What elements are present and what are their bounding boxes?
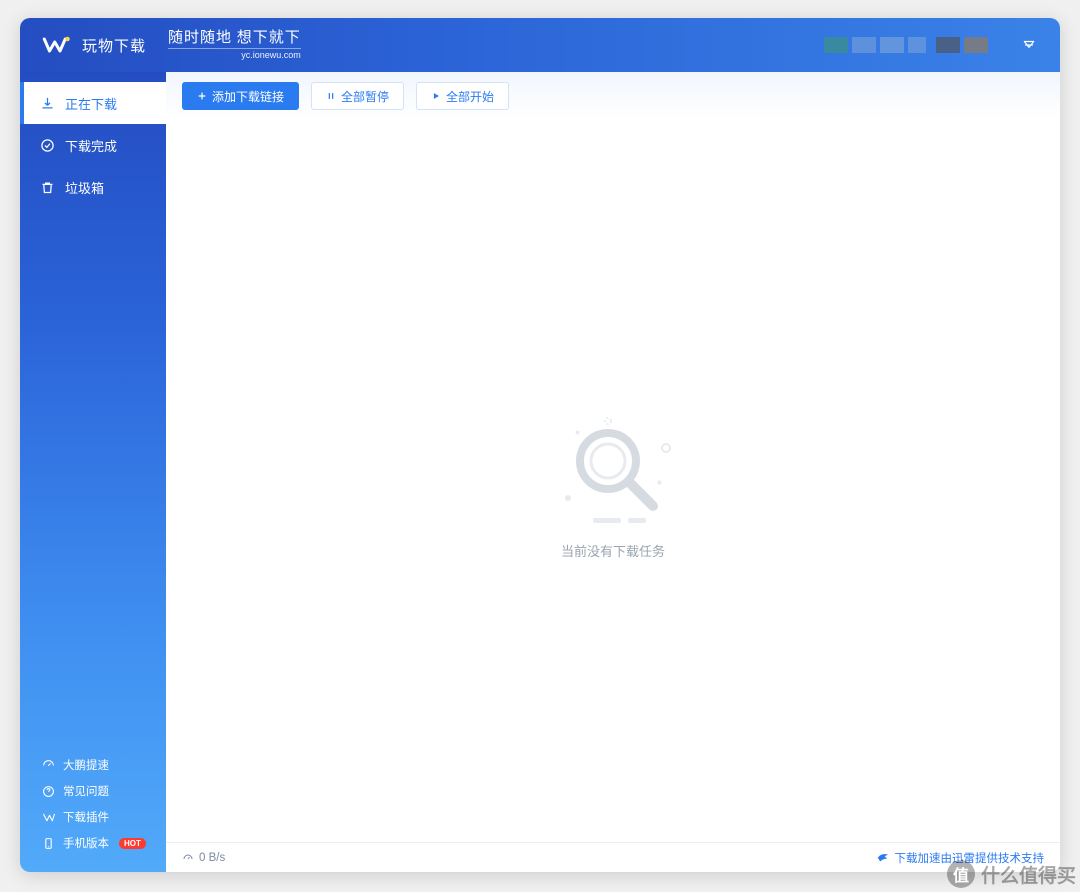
menu-toggle-button[interactable] <box>1016 32 1042 58</box>
slogan-text: 随时随地 想下就下 <box>168 31 301 46</box>
sidebar-item-trash[interactable]: 垃圾箱 <box>20 166 166 208</box>
pause-icon <box>326 91 336 101</box>
speed-gauge-icon <box>182 852 194 864</box>
main-panel: 添加下载链接 全部暂停 全部开始 <box>166 72 1060 872</box>
empty-state-text: 当前没有下载任务 <box>561 541 665 560</box>
slogan-url: yc.ionewu.com <box>168 48 301 60</box>
empty-state-illustration <box>538 403 688 523</box>
hot-badge: HOT <box>119 838 146 849</box>
watermark-text: 什么值得买 <box>981 861 1076 888</box>
plugin-icon <box>42 811 55 824</box>
sidebar-link-label: 下载插件 <box>63 809 109 825</box>
trash-icon <box>40 180 55 195</box>
sidebar-link-label: 大鹏提速 <box>63 757 109 773</box>
slogan-block: 随时随地 想下就下 yc.ionewu.com <box>168 31 301 60</box>
speed-value: 0 B/s <box>199 852 225 864</box>
sidebar-link-label: 手机版本 <box>63 835 109 851</box>
statusbar: 0 B/s 下载加速由迅雷提供技术支持 <box>166 842 1060 872</box>
sidebar-item-label: 垃圾箱 <box>65 178 104 197</box>
add-download-link-button[interactable]: 添加下载链接 <box>182 82 299 110</box>
check-circle-icon <box>40 138 55 153</box>
speed-icon <box>42 759 55 772</box>
sidebar-bottom-links: 大鹏提速 常见问题 下载插件 手机版本 HOT <box>20 752 166 872</box>
sidebar-link-faq[interactable]: 常见问题 <box>20 778 166 804</box>
watermark: 值 什么值得买 <box>947 860 1076 888</box>
toolbar: 添加下载链接 全部暂停 全部开始 <box>166 72 1060 120</box>
header-obscured-area <box>824 37 988 53</box>
button-label: 添加下载链接 <box>212 88 284 105</box>
plus-icon <box>197 91 207 101</box>
sidebar-item-label: 下载完成 <box>65 136 117 155</box>
logo-block: 玩物下载 <box>42 34 146 56</box>
sidebar-item-label: 正在下载 <box>65 94 117 113</box>
xunlei-bird-icon <box>876 851 890 865</box>
pause-all-button[interactable]: 全部暂停 <box>311 82 404 110</box>
sidebar: 正在下载 下载完成 垃圾箱 大鹏提速 <box>20 72 166 872</box>
sidebar-item-downloading[interactable]: 正在下载 <box>20 82 166 124</box>
content-area: 当前没有下载任务 <box>166 120 1060 842</box>
titlebar: 玩物下载 随时随地 想下就下 yc.ionewu.com <box>20 18 1060 72</box>
sidebar-link-speed-boost[interactable]: 大鹏提速 <box>20 752 166 778</box>
download-icon <box>40 96 55 111</box>
sidebar-link-plugin[interactable]: 下载插件 <box>20 804 166 830</box>
button-label: 全部开始 <box>446 88 494 105</box>
sidebar-link-mobile[interactable]: 手机版本 HOT <box>20 830 166 856</box>
start-all-button[interactable]: 全部开始 <box>416 82 509 110</box>
question-icon <box>42 785 55 798</box>
app-window: 玩物下载 随时随地 想下就下 yc.ionewu.com 正在下载 <box>20 18 1060 872</box>
app-logo-icon <box>42 34 72 56</box>
watermark-logo-icon: 值 <box>947 860 975 888</box>
sidebar-item-completed[interactable]: 下载完成 <box>20 124 166 166</box>
app-title: 玩物下载 <box>82 35 146 56</box>
download-speed-indicator: 0 B/s <box>182 852 225 864</box>
sidebar-link-label: 常见问题 <box>63 783 109 799</box>
body: 正在下载 下载完成 垃圾箱 大鹏提速 <box>20 72 1060 872</box>
play-icon <box>431 91 441 101</box>
phone-icon <box>42 837 55 850</box>
button-label: 全部暂停 <box>341 88 389 105</box>
